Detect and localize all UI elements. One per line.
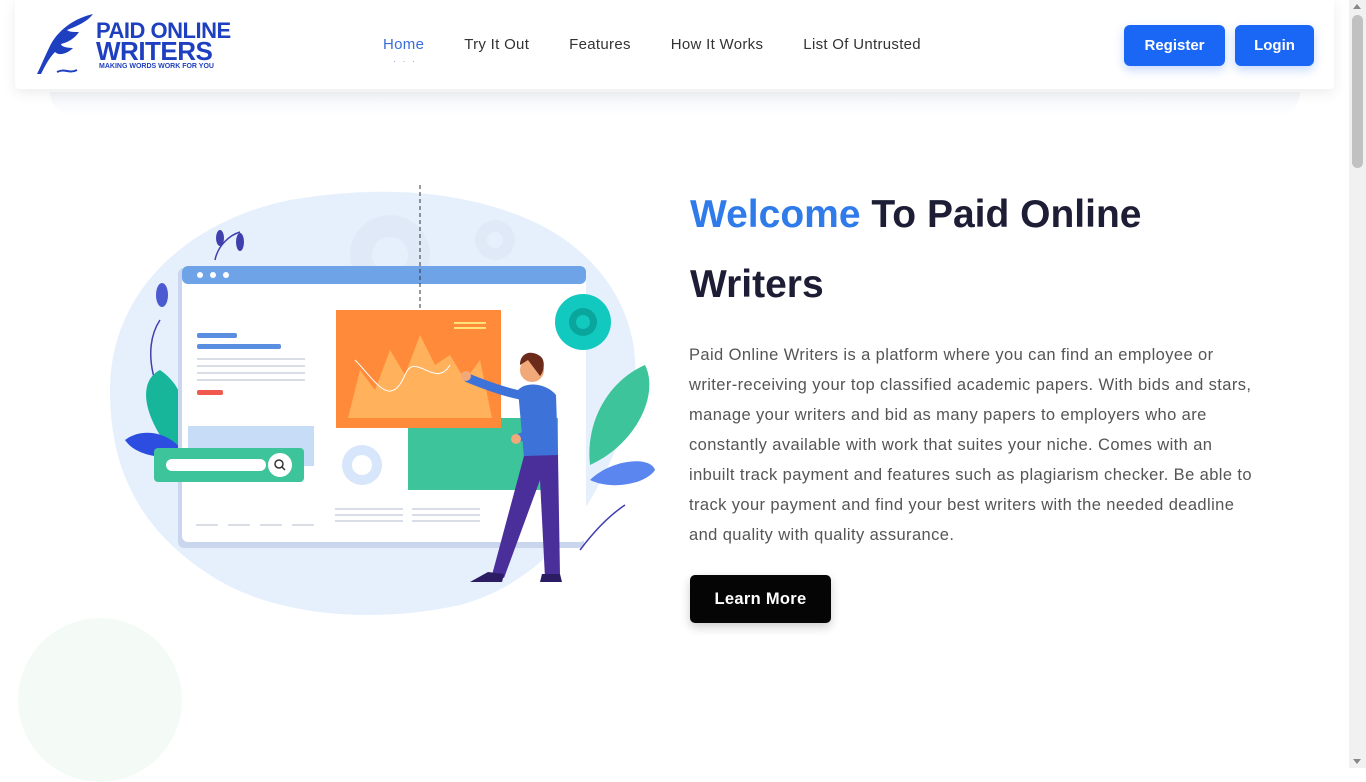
nav-how-it-works[interactable]: How It Works	[671, 36, 764, 53]
main-nav: Home Try It Out Features How It Works Li…	[383, 36, 961, 66]
quill-logo-icon	[37, 14, 93, 74]
background-circle	[18, 618, 182, 782]
nav-try-it-out[interactable]: Try It Out	[464, 36, 529, 53]
nav-list-of-untrusted[interactable]: List Of Untrusted	[803, 36, 921, 53]
page-scrollbar[interactable]	[1349, 0, 1366, 768]
nav-home[interactable]: Home	[383, 36, 424, 66]
learn-more-button[interactable]: Learn More	[690, 575, 831, 623]
site-logo[interactable]: PAID ONLINE WRITERS MAKING WORDS WORK FO…	[35, 12, 231, 78]
search-icon	[268, 453, 292, 477]
login-button[interactable]: Login	[1235, 25, 1314, 66]
scroll-thumb[interactable]	[1352, 15, 1363, 168]
leaf-icon	[216, 230, 224, 246]
hero-illustration	[110, 185, 655, 615]
register-button[interactable]: Register	[1124, 25, 1225, 66]
brand-tagline: MAKING WORDS WORK FOR YOU	[99, 63, 214, 70]
header-shadow	[50, 92, 1300, 116]
hero-title: Welcome To Paid Online Writers	[690, 180, 1250, 320]
hero-title-accent: Welcome	[690, 193, 861, 236]
hero-description: Paid Online Writers is a platform where …	[689, 346, 1252, 544]
site-header: PAID ONLINE WRITERS MAKING WORDS WORK FO…	[15, 0, 1334, 89]
leaf-icon	[236, 233, 244, 251]
scroll-down-arrow-icon[interactable]	[1353, 759, 1361, 764]
scroll-up-arrow-icon[interactable]	[1353, 4, 1361, 9]
nav-features[interactable]: Features	[569, 36, 631, 53]
leaf-icon	[156, 283, 168, 307]
